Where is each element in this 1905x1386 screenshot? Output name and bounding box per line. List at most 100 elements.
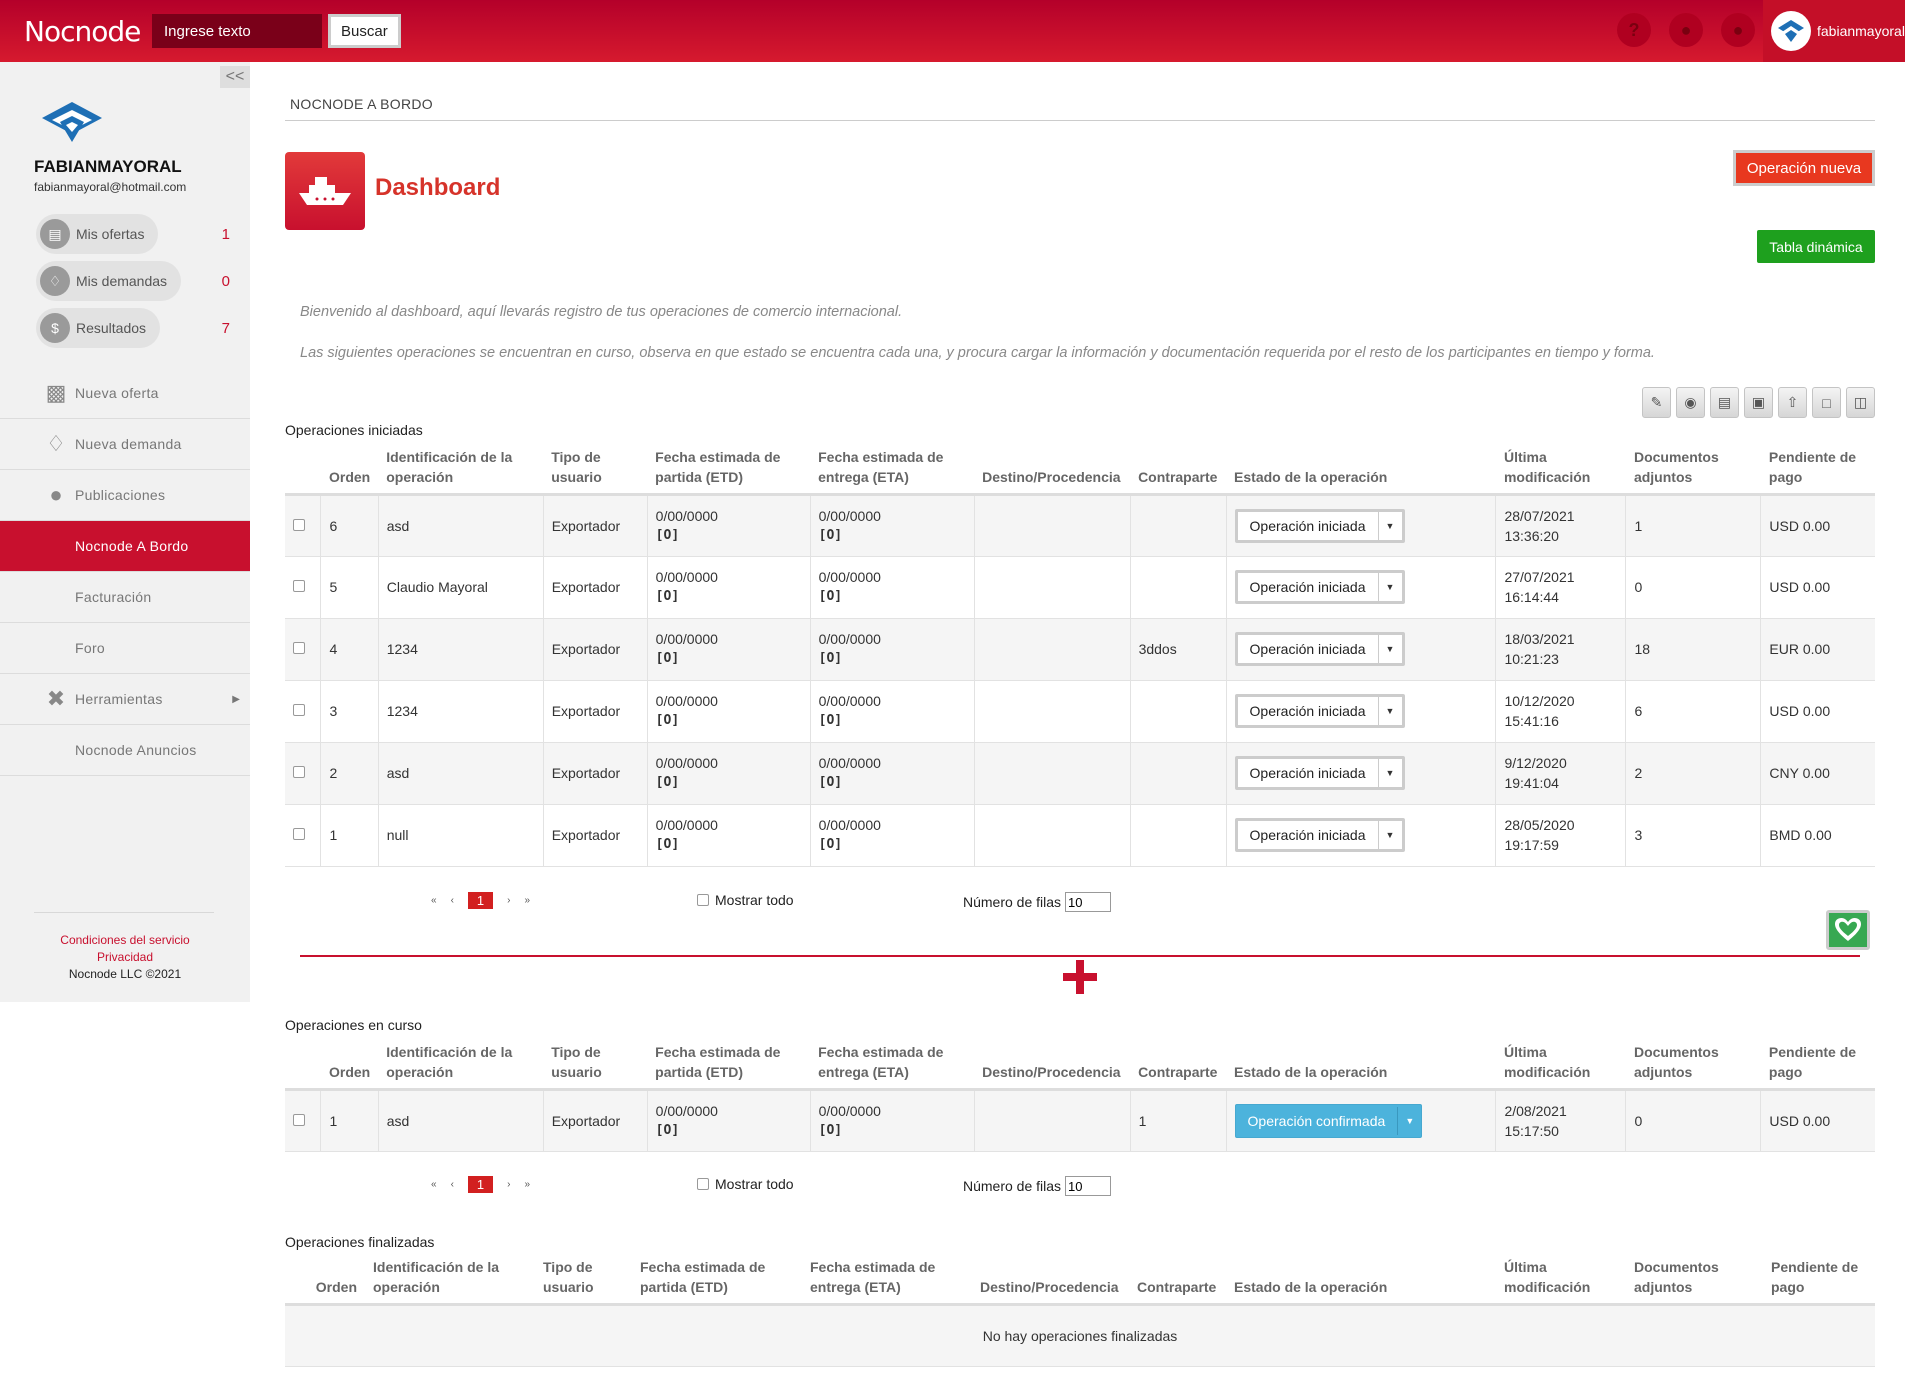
col-pendiente[interactable]: Pendiente de pago (1760, 444, 1875, 496)
col-etd[interactable]: Fecha estimada de partida (ETD) (647, 1039, 811, 1091)
row-checkbox[interactable] (293, 1113, 305, 1126)
col-eta[interactable]: Fecha estimada de entrega (ETA) (810, 1039, 975, 1091)
pivot-table-button[interactable]: Tabla dinámica (1757, 230, 1875, 263)
col-etd[interactable]: Fecha estimada de partida (ETD) (632, 1254, 802, 1306)
trash-icon[interactable]: ◫ (1846, 387, 1875, 418)
table-row[interactable]: 1 null Exportador 0/00/0000 [O] 0/00/0000… (285, 804, 1875, 867)
next-page-button[interactable]: › (507, 1179, 510, 1190)
col-documentos[interactable]: Documentos adjuntos (1625, 1039, 1761, 1091)
col-estado[interactable]: Estado de la operación (1226, 444, 1496, 496)
current-page-button[interactable]: 1 (467, 1176, 494, 1193)
show-all-checkbox[interactable] (697, 1178, 709, 1190)
plus-icon[interactable] (1061, 958, 1099, 996)
sidebar-item-facturacion[interactable]: Facturación (0, 572, 250, 623)
col-destino[interactable]: Destino/Procedencia (974, 1039, 1131, 1091)
first-page-button[interactable]: « (431, 895, 437, 906)
col-orden[interactable]: Orden (285, 1254, 365, 1306)
favorite-button[interactable] (1826, 910, 1870, 950)
user-menu[interactable]: fabianmayoral (1763, 0, 1905, 62)
status-dropdown[interactable]: Operación confirmada ▼ (1234, 1103, 1423, 1138)
col-orden[interactable]: Orden (320, 444, 379, 496)
sidebar-item-nocnode-a-bordo[interactable]: Nocnode A Bordo (0, 521, 250, 572)
document-add-icon[interactable]: ▣ (1744, 387, 1773, 418)
table-row[interactable]: 6 asd Exportador 0/00/0000 [O] 0/00/0000 [… (285, 494, 1875, 557)
col-tipo[interactable]: Tipo de usuario (543, 444, 648, 496)
status-dropdown[interactable]: Operación iniciada ▼ (1234, 632, 1405, 666)
last-page-button[interactable]: » (524, 895, 530, 906)
col-orden[interactable]: Orden (320, 1039, 379, 1091)
sidebar-item-nueva-oferta[interactable]: ▩ Nueva oferta (0, 368, 250, 419)
col-eta[interactable]: Fecha estimada de entrega (ETA) (802, 1254, 972, 1306)
col-ultima[interactable]: Última modificación (1495, 444, 1626, 496)
show-all-toggle[interactable]: Mostrar todo (697, 1176, 794, 1192)
last-page-button[interactable]: » (524, 1179, 530, 1190)
current-page-button[interactable]: 1 (467, 892, 494, 909)
stat-pill[interactable]: ▤ Mis ofertas (36, 214, 159, 254)
table-row[interactable]: 2 asd Exportador 0/00/0000 [O] 0/00/0000 [… (285, 742, 1875, 805)
stat-pill[interactable]: ♢ Mis demandas (36, 261, 182, 301)
status-dropdown[interactable]: Operación iniciada ▼ (1234, 570, 1405, 604)
col-contraparte[interactable]: Contraparte (1129, 1254, 1226, 1306)
status-dropdown[interactable]: Operación iniciada ▼ (1234, 756, 1405, 790)
search-button[interactable]: Buscar (328, 14, 401, 48)
table-row[interactable]: 5 Claudio Mayoral Exportador 0/00/0000 [O… (285, 556, 1875, 619)
show-all-checkbox[interactable] (697, 894, 709, 906)
first-page-button[interactable]: « (431, 1179, 437, 1190)
status-dropdown[interactable]: Operación iniciada ▼ (1234, 508, 1405, 543)
document-icon[interactable]: ▤ (1710, 387, 1739, 418)
col-pendiente[interactable]: Pendiente de pago (1760, 1039, 1875, 1091)
sidebar-item-foro[interactable]: Foro (0, 623, 250, 674)
row-checkbox[interactable] (293, 828, 305, 840)
bell-icon[interactable]: ● (1669, 13, 1703, 47)
col-documentos[interactable]: Documentos adjuntos (1626, 1254, 1763, 1306)
col-destino[interactable]: Destino/Procedencia (972, 1254, 1129, 1306)
show-all-toggle[interactable]: Mostrar todo (697, 892, 794, 908)
status-dropdown[interactable]: Operación iniciada ▼ (1234, 818, 1405, 852)
col-contraparte[interactable]: Contraparte (1130, 444, 1227, 496)
row-checkbox[interactable] (293, 704, 305, 716)
stat-mis-ofertas[interactable]: ▤ Mis ofertas 1 (36, 214, 246, 256)
rows-input[interactable] (1065, 892, 1112, 912)
col-eta[interactable]: Fecha estimada de entrega (ETA) (810, 444, 975, 496)
col-ultima[interactable]: Última modificación (1495, 1039, 1626, 1091)
col-documentos[interactable]: Documentos adjuntos (1625, 444, 1761, 496)
col-estado[interactable]: Estado de la operación (1226, 1039, 1496, 1091)
col-pendiente[interactable]: Pendiente de pago (1763, 1254, 1875, 1306)
collapse-sidebar-button[interactable]: << (220, 66, 250, 88)
chat-icon[interactable]: ● (1721, 13, 1755, 47)
status-dropdown[interactable]: Operación iniciada ▼ (1234, 694, 1405, 728)
prev-page-button[interactable]: ‹ (451, 895, 454, 906)
new-operation-button[interactable]: Operación nueva (1733, 150, 1875, 186)
next-page-button[interactable]: › (507, 895, 510, 906)
table-row[interactable]: 1 asd Exportador 0/00/0000 [O] 0/00/0000 [… (285, 1089, 1875, 1152)
col-identificacion[interactable]: Identificación de la operación (365, 1254, 535, 1306)
col-tipo[interactable]: Tipo de usuario (535, 1254, 632, 1306)
sidebar-item-herramientas[interactable]: ✖ Herramientas ▶ (0, 674, 250, 725)
sidebar-item-publicaciones[interactable]: ● Publicaciones (0, 470, 250, 521)
sidebar-item-nocnode-anuncios[interactable]: Nocnode Anuncios (0, 725, 250, 776)
col-identificacion[interactable]: Identificación de la operación (378, 1039, 544, 1091)
sidebar-item-nueva-demanda[interactable]: ♢ Nueva demanda (0, 419, 250, 470)
row-checkbox[interactable] (293, 642, 305, 654)
col-destino[interactable]: Destino/Procedencia (974, 444, 1131, 496)
col-tipo[interactable]: Tipo de usuario (543, 1039, 648, 1091)
terms-link[interactable]: Condiciones del servicio (0, 932, 250, 949)
eye-icon[interactable]: ◉ (1676, 387, 1705, 418)
table-row[interactable]: 4 1234 Exportador 0/00/0000 [O] 0/00/0000… (285, 618, 1875, 681)
col-etd[interactable]: Fecha estimada de partida (ETD) (647, 444, 811, 496)
stat-mis-demandas[interactable]: ♢ Mis demandas 0 (36, 261, 246, 303)
col-estado[interactable]: Estado de la operación (1226, 1254, 1496, 1306)
edit-icon[interactable]: ✎ (1642, 387, 1671, 418)
col-contraparte[interactable]: Contraparte (1130, 1039, 1227, 1091)
stat-pill[interactable]: $ Resultados (36, 308, 161, 348)
table-row[interactable]: 3 1234 Exportador 0/00/0000 [O] 0/00/0000… (285, 680, 1875, 743)
help-icon[interactable]: ? (1617, 13, 1651, 47)
search-input[interactable] (152, 14, 322, 48)
unlock-icon[interactable]: □ (1812, 387, 1841, 418)
row-checkbox[interactable] (293, 766, 305, 778)
rows-input[interactable] (1065, 1176, 1112, 1196)
privacy-link[interactable]: Privacidad (0, 949, 250, 966)
row-checkbox[interactable] (293, 518, 305, 531)
prev-page-button[interactable]: ‹ (451, 1179, 454, 1190)
col-identificacion[interactable]: Identificación de la operación (378, 444, 544, 496)
